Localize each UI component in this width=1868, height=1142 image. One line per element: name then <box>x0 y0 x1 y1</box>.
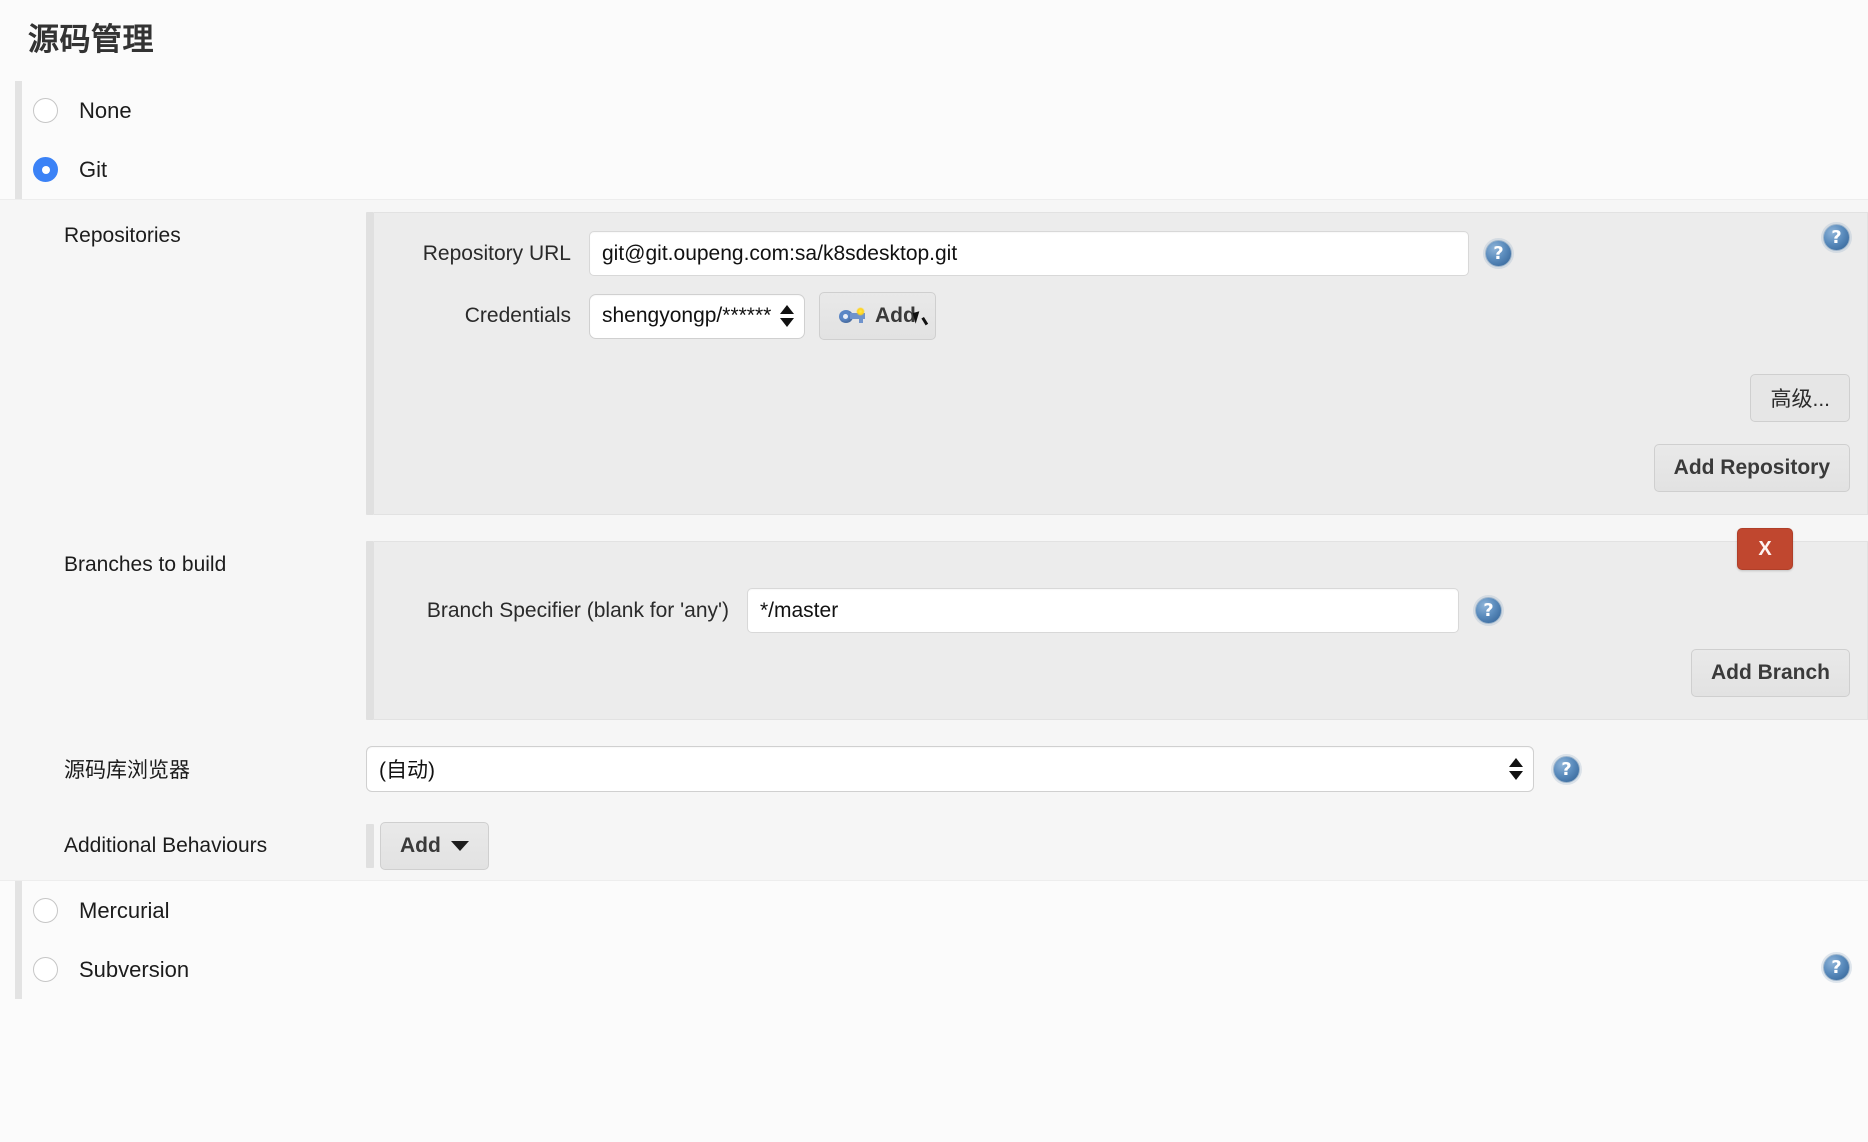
repository-browser-row: 源码库浏览器 (自动) ? <box>0 746 1868 792</box>
credentials-select-value: shengyongp/****** <box>602 304 772 327</box>
scm-option-subversion-label: Subversion <box>79 956 190 982</box>
add-repository-button[interactable]: Add Repository <box>1653 444 1850 492</box>
radio-none[interactable] <box>33 98 58 123</box>
additional-behaviours-grip[interactable] <box>366 824 374 868</box>
repositories-drag-grip[interactable] <box>366 212 374 515</box>
branch-specifier-help-icon[interactable]: ? <box>1475 597 1502 624</box>
add-branch-button[interactable]: Add Branch <box>1690 649 1850 697</box>
branches-panel: X Branch Specifier (blank for 'any') */m… <box>374 528 1868 720</box>
additional-behaviours-row: Additional Behaviours Add <box>0 822 1868 870</box>
add-repository-button-row: Add Repository <box>374 444 1867 492</box>
radio-subversion[interactable] <box>33 957 58 982</box>
delete-branch-button[interactable]: X <box>1737 528 1793 570</box>
repository-url-row: Repository URL git@git.oupeng.com:sa/k8s… <box>374 231 1867 276</box>
radio-git[interactable] <box>33 157 58 182</box>
additional-behaviours-label: Additional Behaviours <box>64 834 268 857</box>
add-credentials-button[interactable]: Add <box>819 292 936 340</box>
branch-specifier-row: Branch Specifier (blank for 'any') */mas… <box>374 588 1867 633</box>
scm-option-mercurial-label: Mercurial <box>79 897 170 923</box>
repository-url-input[interactable]: git@git.oupeng.com:sa/k8sdesktop.git <box>589 231 1469 276</box>
radio-mercurial[interactable] <box>33 898 58 923</box>
repositories-row: Repositories Repository URL git@git.oupe… <box>0 212 1868 515</box>
repository-browser-value: (自动) <box>379 759 435 782</box>
scm-option-git[interactable]: Git <box>0 140 1868 199</box>
repositories-label: Repositories <box>64 224 181 247</box>
branches-row: Branches to build X Branch Specifier (bl… <box>0 528 1868 720</box>
git-settings-body: Repositories Repository URL git@git.oupe… <box>0 199 1868 881</box>
repository-url-label: Repository URL <box>422 241 571 265</box>
chevron-updown-icon <box>780 305 794 327</box>
branches-drag-grip[interactable] <box>366 541 374 720</box>
branch-specifier-label: Branch Specifier (blank for 'any') <box>426 598 729 622</box>
chevron-down-icon <box>450 841 469 851</box>
credentials-row: Credentials shengyongp/****** Add <box>374 292 1867 340</box>
repository-browser-select[interactable]: (自动) <box>366 746 1534 792</box>
scm-option-subversion[interactable]: Subversion ? <box>0 940 1868 999</box>
branch-specifier-input[interactable]: */master <box>747 588 1459 633</box>
scm-option-none-label: None <box>79 97 132 123</box>
page-title: 源码管理 <box>28 22 154 57</box>
key-icon <box>839 307 865 325</box>
subversion-help-icon[interactable]: ? <box>1823 954 1850 981</box>
add-behaviour-button[interactable]: Add <box>380 822 489 870</box>
credentials-label: Credentials <box>464 304 571 327</box>
advanced-button[interactable]: 高级... <box>1750 374 1850 422</box>
branches-label: Branches to build <box>64 553 227 576</box>
repositories-help-icon[interactable]: ? <box>1823 224 1850 251</box>
chevron-updown-icon <box>1509 758 1523 780</box>
repository-browser-help-icon[interactable]: ? <box>1553 755 1580 783</box>
scm-option-mercurial[interactable]: Mercurial <box>0 881 1868 940</box>
advanced-button-row: 高级... <box>374 374 1867 422</box>
repository-browser-label: 源码库浏览器 <box>64 759 190 782</box>
scm-radio-group: None Git Repositories Repository URL git… <box>0 81 1868 999</box>
credentials-select[interactable]: shengyongp/****** <box>589 293 805 339</box>
add-credentials-label: Add <box>875 304 916 327</box>
repository-url-help-icon[interactable]: ? <box>1485 240 1512 267</box>
repositories-panel: Repository URL git@git.oupeng.com:sa/k8s… <box>374 212 1868 515</box>
add-behaviour-label: Add <box>400 834 441 857</box>
add-branch-button-row: Add Branch <box>374 649 1867 697</box>
scm-option-none[interactable]: None <box>0 81 1868 140</box>
scm-option-git-label: Git <box>79 156 108 182</box>
